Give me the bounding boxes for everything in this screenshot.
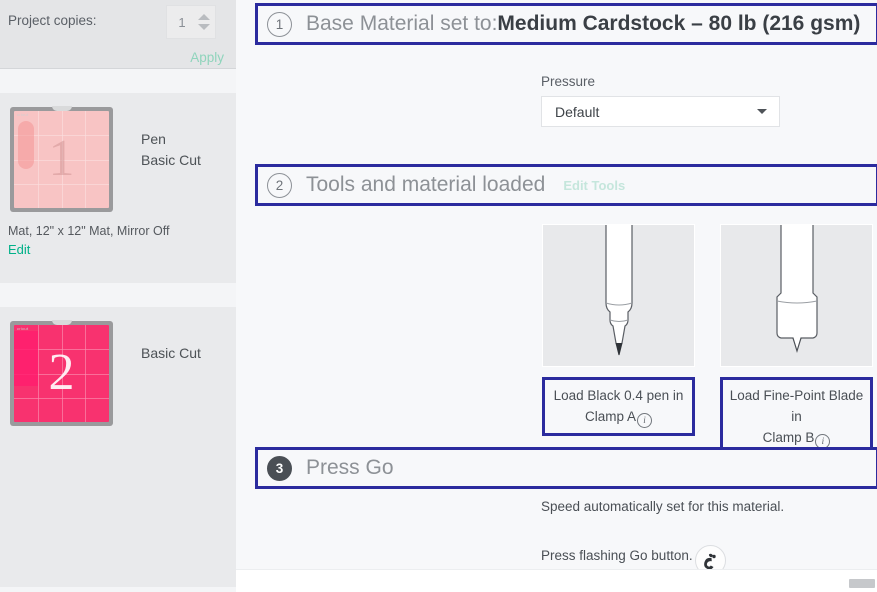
pressure-control: Pressure Default <box>541 74 780 127</box>
mat-edit-link-1[interactable]: Edit <box>0 238 236 257</box>
mat-thumbnail-2[interactable]: cricut 2 <box>10 320 113 426</box>
info-icon[interactable]: i <box>637 413 652 428</box>
sidebar-gap-2 <box>0 283 236 307</box>
cricut-c-glyph <box>703 553 716 569</box>
mat-row-2: cricut 2 Basic Cut <box>0 307 236 426</box>
stepper-arrows[interactable] <box>195 14 215 30</box>
edit-tools-link[interactable]: Edit Tools <box>563 178 625 193</box>
pressure-value: Default <box>555 103 600 120</box>
blade-card-caption: Load Fine-Point Blade in Clamp Bi <box>720 377 873 457</box>
project-copies-card: Project copies: 1 Apply <box>0 0 236 69</box>
sidebar-filler <box>0 457 236 587</box>
press-go-text: Press flashing Go button. <box>541 548 693 563</box>
apply-button[interactable]: Apply <box>190 50 224 65</box>
blade-tip-icon <box>776 225 818 354</box>
caret-down-icon[interactable] <box>197 24 210 30</box>
step-1-title: Base Material set to:Medium Cardstock – … <box>306 12 860 36</box>
caret-up-icon[interactable] <box>197 14 210 20</box>
step-3-title: Press Go <box>306 456 394 479</box>
pen-caption-text: Load Black 0.4 pen in Clamp Ai <box>553 385 684 428</box>
pressure-select[interactable]: Default <box>541 96 780 127</box>
tool-card-blade[interactable]: Load Fine-Point Blade in Clamp Bi <box>720 224 873 457</box>
project-copies-label: Project copies: <box>8 13 97 28</box>
mat-operation-line-2: Basic Cut <box>141 152 201 168</box>
pressure-label: Pressure <box>541 74 596 89</box>
blade-tip-image <box>720 224 873 367</box>
project-sidebar: Project copies: 1 Apply cricut 1 Pen Bas… <box>0 0 236 592</box>
project-copies-stepper[interactable]: 1 <box>166 5 216 39</box>
step-2-bar[interactable]: 2 Tools and material loaded Edit Tools <box>255 164 877 206</box>
step-2-title: Tools and material loaded <box>306 173 546 196</box>
mat-operations-2: Basic Cut <box>141 321 201 364</box>
mat-thumbnail-1[interactable]: cricut 1 <box>10 106 113 212</box>
app-root: Project copies: 1 Apply cricut 1 Pen Bas… <box>0 0 877 592</box>
mat-operations-1: Pen Basic Cut <box>141 107 201 171</box>
pen-card-caption: Load Black 0.4 pen in Clamp Ai <box>542 377 695 436</box>
step-1-bar[interactable]: 1 Base Material set to:Medium Cardstock … <box>255 3 877 45</box>
pen-tip-icon <box>605 225 633 356</box>
mat-row-1: cricut 1 Pen Basic Cut <box>0 93 236 212</box>
step-3-bar[interactable]: 3 Press Go <box>255 447 877 489</box>
blade-caption-line2: Clamp B <box>762 430 815 445</box>
mat-operation-line-1: Pen <box>141 131 166 147</box>
mat-number-1: 1 <box>48 129 75 187</box>
mat-surface-1: cricut 1 <box>14 111 109 208</box>
mat-card-1[interactable]: cricut 1 Pen Basic Cut Mat, 12" x 12" Ma… <box>0 93 236 283</box>
project-copies-input[interactable]: 1 <box>167 15 195 30</box>
step-1-material-value: Medium Cardstock – 80 lb (216 gsm) <box>497 12 861 35</box>
sidebar-gap-1 <box>0 69 236 93</box>
mat-number-2: 2 <box>48 343 75 401</box>
speed-note: Speed automatically set for this materia… <box>541 499 785 514</box>
scrollbar-thumb[interactable] <box>849 579 875 588</box>
mat-operation-line-2-1: Basic Cut <box>141 345 201 361</box>
pen-caption-line1: Load Black 0.4 pen in <box>553 388 684 403</box>
step-1-number: 1 <box>267 11 292 37</box>
step-2-number: 2 <box>267 172 292 198</box>
blade-caption-text: Load Fine-Point Blade in Clamp Bi <box>729 385 864 449</box>
bottom-strip <box>236 569 877 592</box>
chevron-down-icon[interactable] <box>757 109 767 114</box>
tool-cards: Load Black 0.4 pen in Clamp Ai Load Fine… <box>542 224 877 457</box>
mat-meta-text-1: Mat, 12" x 12" Mat, Mirror Off <box>8 224 170 238</box>
cut-instructions-panel: 1 Base Material set to:Medium Cardstock … <box>236 0 877 592</box>
step-1-title-prefix: Base Material set to: <box>306 12 498 35</box>
mat-surface-2: cricut 2 <box>14 325 109 422</box>
tool-card-pen[interactable]: Load Black 0.4 pen in Clamp Ai <box>542 224 695 457</box>
blade-caption-line1: Load Fine-Point Blade in <box>729 388 864 424</box>
pen-tip-image <box>542 224 695 367</box>
pen-caption-line2: Clamp A <box>584 409 636 424</box>
mat-card-2[interactable]: cricut 2 Basic Cut <box>0 307 236 457</box>
step-3-number: 3 <box>267 455 292 481</box>
